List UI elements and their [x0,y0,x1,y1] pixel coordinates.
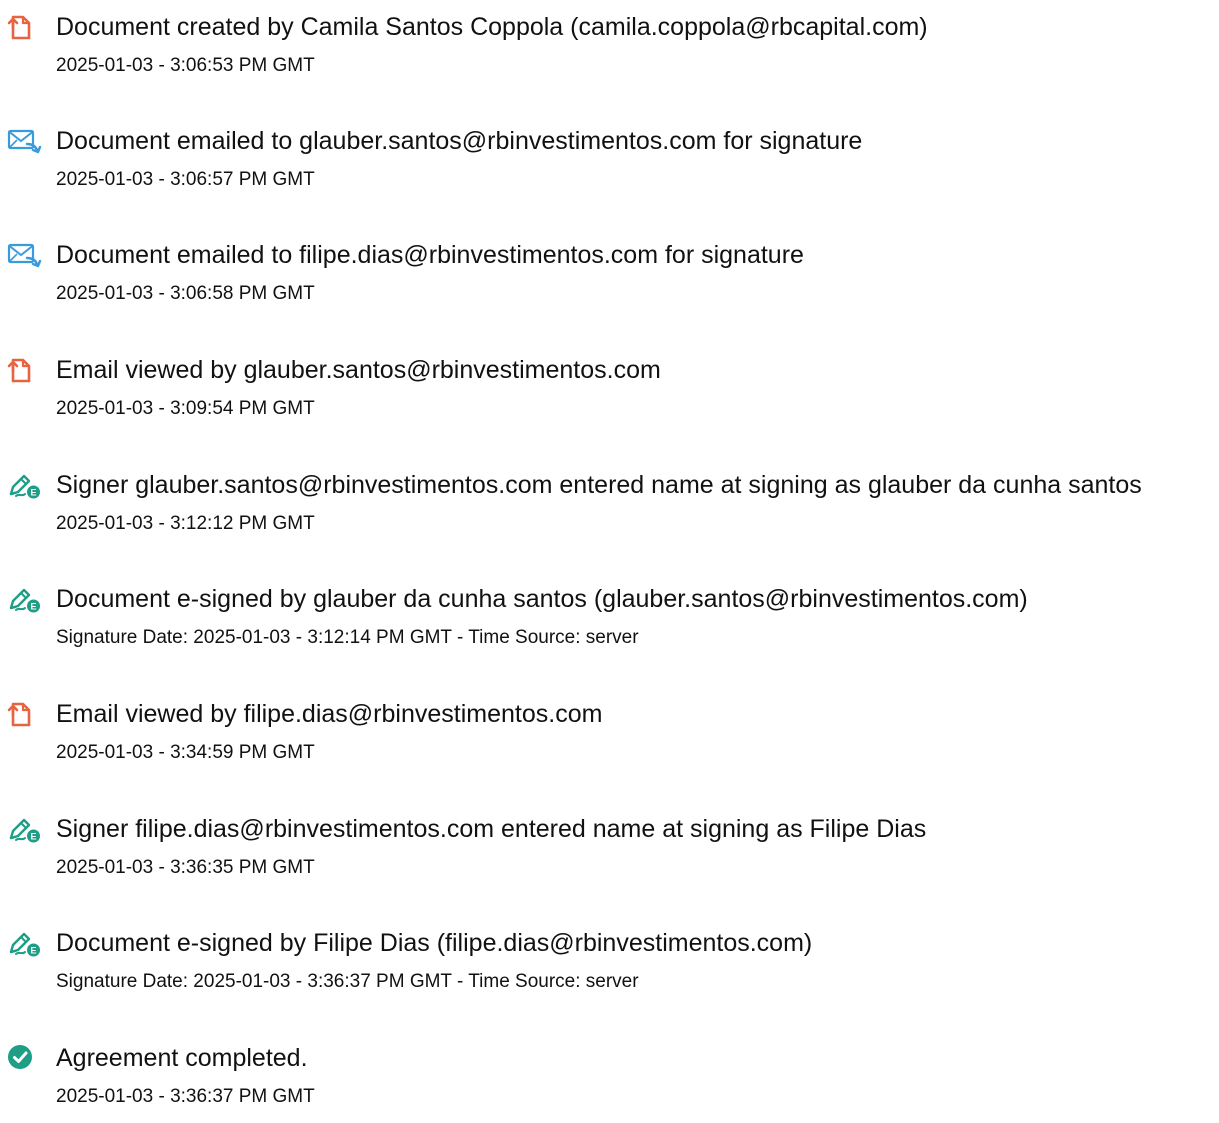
event-timestamp: 2025-01-03 - 3:36:37 PM GMT [56,1086,315,1107]
audit-history: Document created by Camila Santos Coppol… [0,0,1219,1110]
check-circle-icon [7,1043,45,1073]
signature-date: Signature Date: 2025-01-03 - 3:36:37 PM … [56,971,639,992]
esign-pen-icon: E [7,928,45,958]
history-event: E Document e-signed by glauber da cunha … [0,584,1219,664]
history-event: Agreement completed. 2025-01-03 - 3:36:3… [0,1043,1219,1123]
esign-pen-icon: E [7,470,45,500]
event-title: Agreement completed. [56,1044,308,1072]
history-event: E Signer filipe.dias@rbinvestimentos.com… [0,814,1219,894]
email-sent-icon [7,126,45,156]
document-icon [7,699,45,729]
esign-pen-icon: E [7,584,45,614]
history-event: Document emailed to glauber.santos@rbinv… [0,126,1219,206]
svg-text:E: E [30,488,36,498]
history-event: Document emailed to filipe.dias@rbinvest… [0,240,1219,320]
email-sent-icon [7,240,45,270]
event-timestamp: 2025-01-03 - 3:06:57 PM GMT [56,169,315,190]
history-event: E Signer glauber.santos@rbinvestimentos.… [0,470,1219,550]
event-title: Email viewed by filipe.dias@rbinvestimen… [56,700,603,728]
esign-pen-icon: E [7,814,45,844]
event-timestamp: 2025-01-03 - 3:09:54 PM GMT [56,398,315,419]
history-event: Document created by Camila Santos Coppol… [0,12,1219,92]
document-icon [7,355,45,385]
event-title: Document e-signed by Filipe Dias (filipe… [56,929,813,957]
event-title: Signer filipe.dias@rbinvestimentos.com e… [56,815,927,843]
event-title: Document e-signed by glauber da cunha sa… [56,585,1028,613]
event-timestamp: 2025-01-03 - 3:06:58 PM GMT [56,283,315,304]
svg-text:E: E [30,602,36,612]
event-title: Document created by Camila Santos Coppol… [56,13,928,41]
history-event: Email viewed by glauber.santos@rbinvesti… [0,355,1219,435]
event-title: Document emailed to filipe.dias@rbinvest… [56,241,804,269]
event-timestamp: 2025-01-03 - 3:06:53 PM GMT [56,55,315,76]
event-title: Document emailed to glauber.santos@rbinv… [56,127,863,155]
event-title: Signer glauber.santos@rbinvestimentos.co… [56,471,1142,499]
event-timestamp: 2025-01-03 - 3:34:59 PM GMT [56,742,315,763]
event-timestamp: 2025-01-03 - 3:12:12 PM GMT [56,513,315,534]
document-icon [7,12,45,42]
history-event: E Document e-signed by Filipe Dias (fili… [0,928,1219,1008]
event-title: Email viewed by glauber.santos@rbinvesti… [56,356,661,384]
history-event: Email viewed by filipe.dias@rbinvestimen… [0,699,1219,779]
svg-text:E: E [30,832,36,842]
svg-text:E: E [30,946,36,956]
signature-date: Signature Date: 2025-01-03 - 3:12:14 PM … [56,627,639,648]
event-timestamp: 2025-01-03 - 3:36:35 PM GMT [56,857,315,878]
